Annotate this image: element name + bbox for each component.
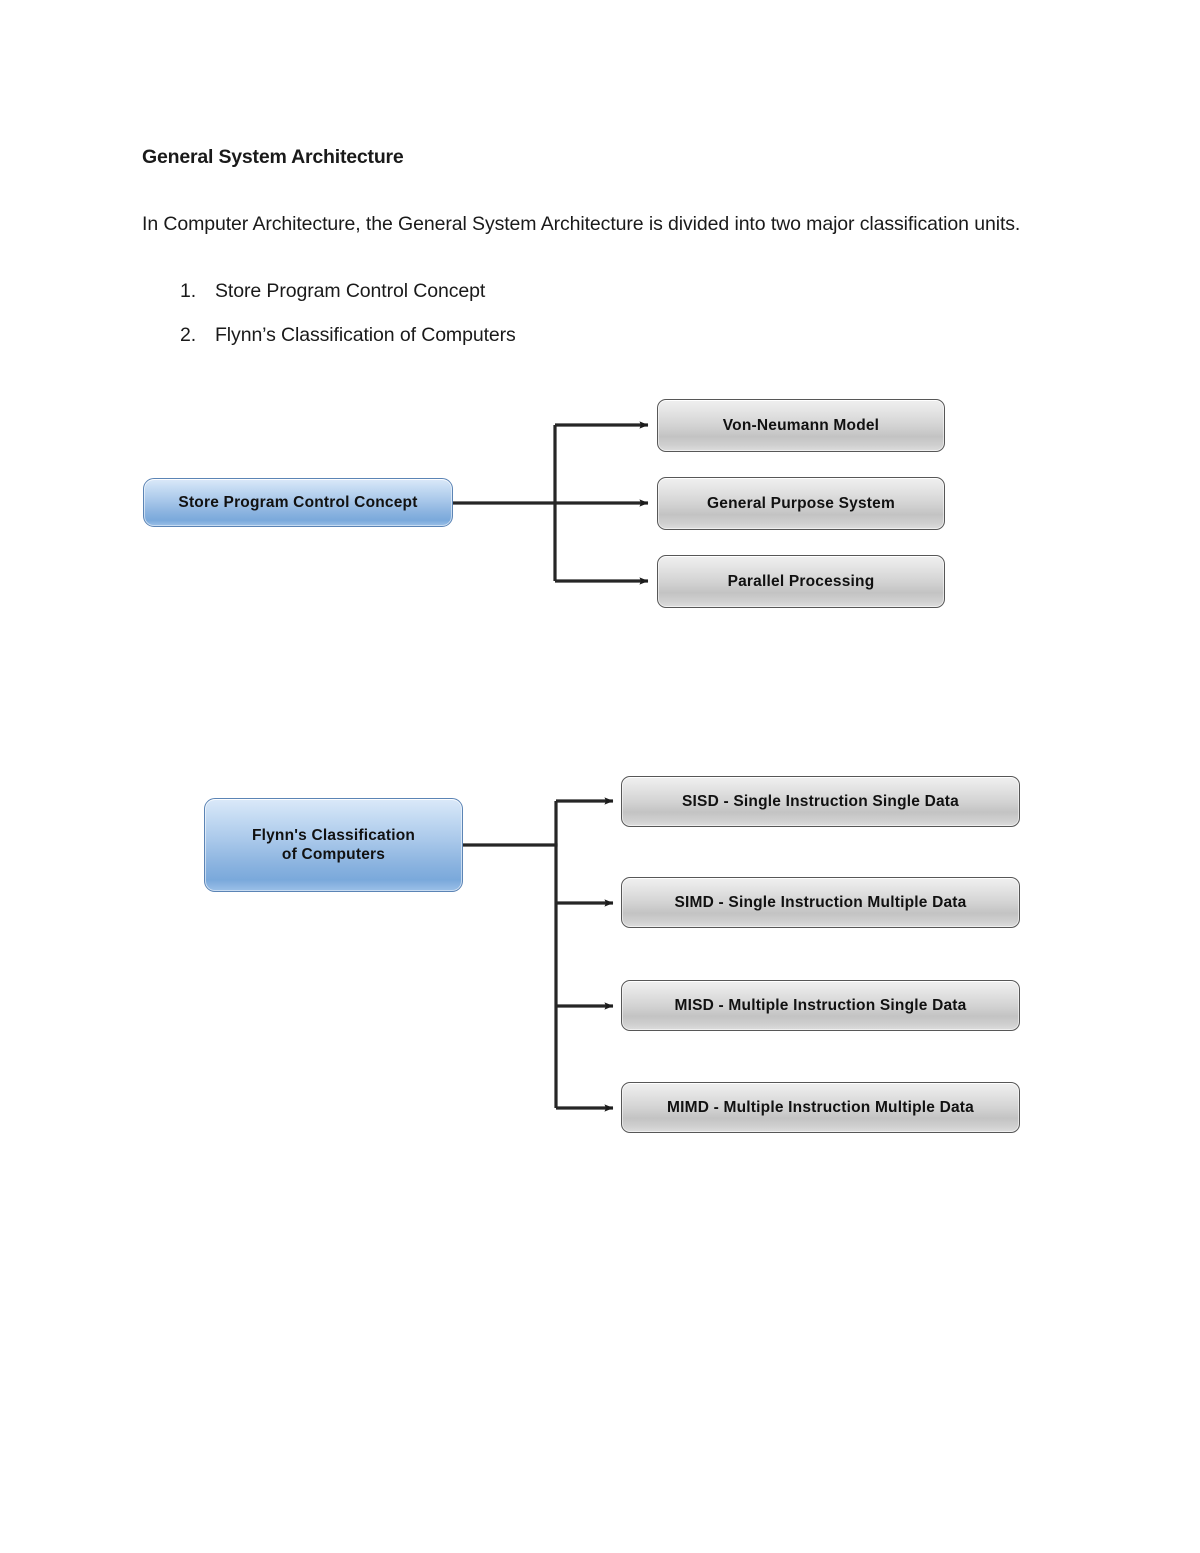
diagram2-child-node-sisd[interactable]: SISD - Single Instruction Single Data: [621, 776, 1020, 827]
diagram1-child-label: General Purpose System: [707, 495, 895, 512]
diagram1-child-node-von-neumann-model[interactable]: Von-Neumann Model: [657, 399, 945, 452]
diagram1-child-node-general-purpose-system[interactable]: General Purpose System: [657, 477, 945, 530]
list-item-label: Flynn’s Classification of Computers: [215, 323, 516, 346]
document-text-block: General System Architecture In Computer …: [142, 146, 1060, 357]
diagram2-child-node-mimd[interactable]: MIMD - Multiple Instruction Multiple Dat…: [621, 1082, 1020, 1133]
diagram1-child-label: Parallel Processing: [727, 573, 875, 590]
diagram2-connector-group: [463, 797, 614, 1112]
diagram2-root-node[interactable]: Flynn's Classification of Computers: [204, 798, 463, 892]
diagram1-child-node-parallel-processing[interactable]: Parallel Processing: [657, 555, 945, 608]
classification-list: 1. Store Program Control Concept 2. Flyn…: [142, 269, 1060, 357]
list-item-number: 1.: [180, 279, 197, 302]
list-item-number: 2.: [180, 323, 197, 346]
intro-paragraph: In Computer Architecture, the General Sy…: [142, 212, 1021, 235]
diagram2-child-node-misd[interactable]: MISD - Multiple Instruction Single Data: [621, 980, 1020, 1031]
document-page: General System Architecture In Computer …: [0, 0, 1200, 1553]
diagram2-child-label: MIMD - Multiple Instruction Multiple Dat…: [667, 1099, 974, 1116]
list-item: 1. Store Program Control Concept: [142, 269, 1060, 313]
diagram2-child-label: MISD - Multiple Instruction Single Data: [674, 997, 967, 1014]
diagram2-child-node-simd[interactable]: SIMD - Single Instruction Multiple Data: [621, 877, 1020, 928]
diagram2-child-label: SISD - Single Instruction Single Data: [682, 793, 959, 810]
diagram1-root-label: Store Program Control Concept: [178, 494, 418, 511]
page-title: General System Architecture: [142, 146, 404, 168]
list-item-label: Store Program Control Concept: [215, 279, 486, 302]
diagram2-child-label: SIMD - Single Instruction Multiple Data: [674, 894, 967, 911]
diagram1-connector-group: [453, 421, 649, 585]
diagram1-root-node[interactable]: Store Program Control Concept: [143, 478, 453, 527]
diagram2-root-label: Flynn's Classification of Computers: [251, 827, 416, 863]
list-item: 2. Flynn’s Classification of Computers: [142, 313, 1060, 357]
diagram1-child-label: Von-Neumann Model: [722, 417, 880, 434]
